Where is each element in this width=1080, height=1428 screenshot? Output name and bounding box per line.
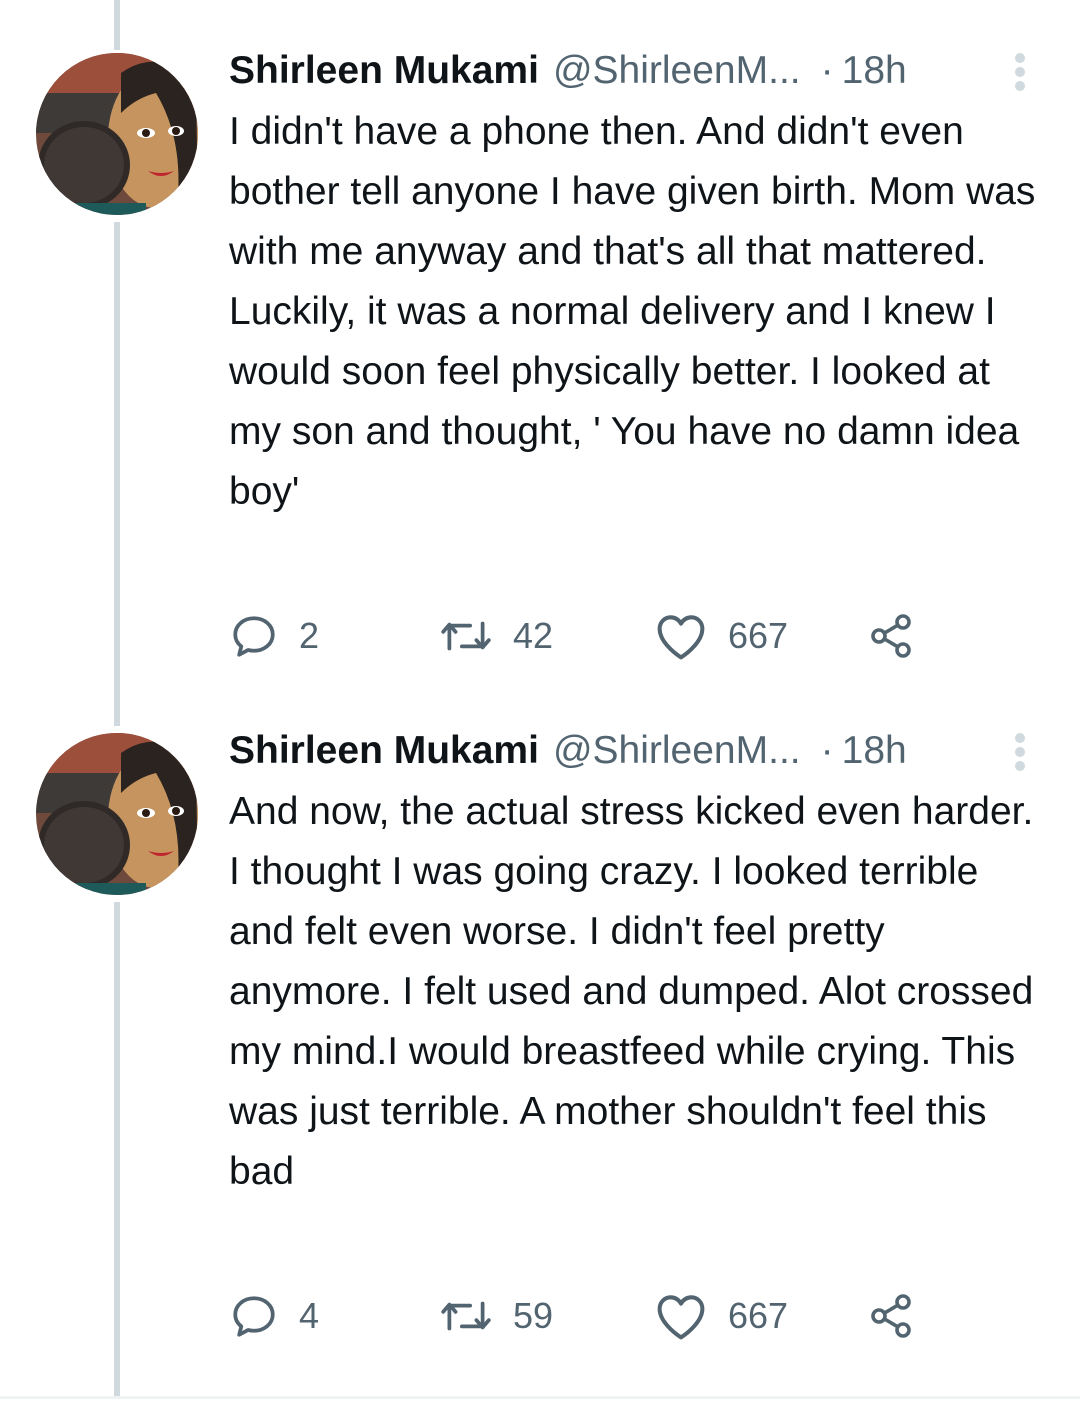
tweet-text: I didn't have a phone then. And didn't e… [229,110,1036,513]
retweet-icon [441,1301,491,1331]
like-icon [657,1295,705,1340]
avatar-image [36,733,198,895]
reply-count: 4 [299,1295,320,1336]
like-button[interactable]: 667 [654,606,788,666]
tweet-header: Shirleen Mukami @ShirleenM... · 18h [229,46,1040,96]
reply-count: 2 [299,615,320,656]
like-count: 667 [728,1295,789,1336]
tweet[interactable]: Shirleen Mukami @ShirleenM... · 18h I di… [0,46,1080,686]
share-button[interactable] [867,606,935,666]
share-icon [871,614,911,658]
reply-button[interactable]: 2 [229,606,319,666]
reply-icon [233,1296,275,1337]
tweet-text: And now, the actual stress kicked even h… [229,790,1034,1193]
divider [0,1396,1080,1399]
tweet[interactable]: Shirleen Mukami @ShirleenM... · 18h And … [0,726,1080,1366]
like-icon [657,615,705,660]
separator-dot: · [820,49,834,92]
retweet-button[interactable]: 59 [439,1286,553,1346]
more-icon[interactable] [1008,730,1032,774]
reply-icon [233,616,275,657]
retweet-button[interactable]: 42 [439,606,553,666]
tweet-actions: 4 59 667 [229,1286,949,1346]
like-count: 667 [728,615,789,656]
user-handle[interactable]: @ShirleenM... [553,46,801,96]
timestamp[interactable]: 18h [842,726,907,776]
avatar[interactable] [36,733,198,895]
like-button[interactable]: 667 [654,1286,788,1346]
more-icon[interactable] [1008,50,1032,94]
share-button[interactable] [867,1286,935,1346]
retweet-icon [441,621,491,651]
retweet-count: 59 [513,1295,554,1336]
tweet-actions: 2 42 667 [229,606,949,666]
separator-dot: · [820,729,834,772]
user-handle[interactable]: @ShirleenM... [553,726,801,776]
retweet-count: 42 [513,615,554,656]
avatar-image [36,53,198,215]
tweet-header: Shirleen Mukami @ShirleenM... · 18h [229,726,1040,776]
reply-button[interactable]: 4 [229,1286,319,1346]
display-name[interactable]: Shirleen Mukami [229,46,539,96]
avatar[interactable] [36,53,198,215]
share-icon [871,1294,911,1338]
thread-line-top [114,0,120,50]
timestamp[interactable]: 18h [842,46,907,96]
display-name[interactable]: Shirleen Mukami [229,726,539,776]
